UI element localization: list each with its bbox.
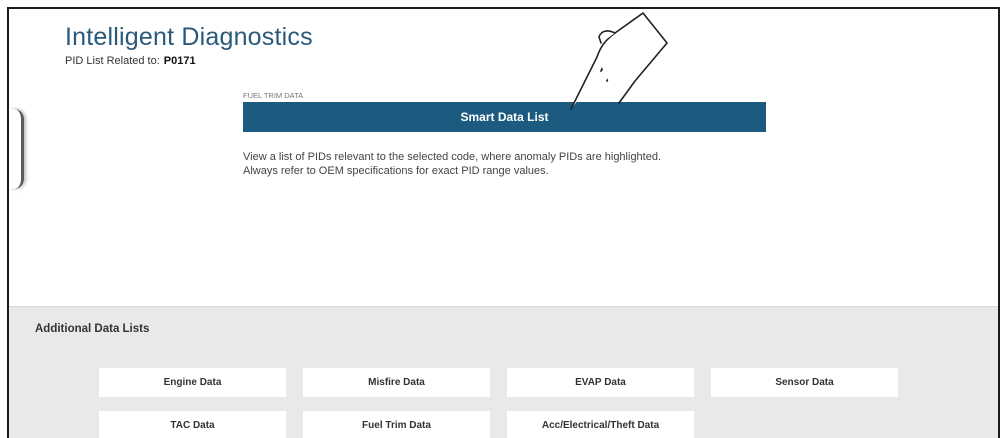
pointing-hand-icon bbox=[570, 12, 668, 110]
engine-data-button[interactable]: Engine Data bbox=[99, 368, 286, 397]
page-subtitle: PID List Related to: P0171 bbox=[65, 55, 196, 67]
description-line-1: View a list of PIDs relevant to the sele… bbox=[243, 151, 662, 163]
acc-electrical-theft-data-button[interactable]: Acc/Electrical/Theft Data bbox=[507, 411, 694, 438]
smart-data-list-button[interactable]: Smart Data List bbox=[243, 102, 766, 132]
additional-data-lists: Additional Data Lists Engine Data Misfir… bbox=[9, 306, 998, 438]
additional-title: Additional Data Lists bbox=[35, 323, 150, 335]
evap-data-button[interactable]: EVAP Data bbox=[507, 368, 694, 397]
app-frame: Intelligent Diagnostics PID List Related… bbox=[7, 7, 1000, 438]
sensor-data-button[interactable]: Sensor Data bbox=[711, 368, 898, 397]
fuel-trim-data-button[interactable]: Fuel Trim Data bbox=[303, 411, 490, 438]
tac-data-button[interactable]: TAC Data bbox=[99, 411, 286, 438]
dtc-code: P0171 bbox=[163, 55, 196, 67]
description-line-2: Always refer to OEM specifications for e… bbox=[243, 165, 549, 177]
misfire-data-button[interactable]: Misfire Data bbox=[303, 368, 490, 397]
side-panel-handle[interactable] bbox=[9, 109, 24, 189]
section-label: FUEL TRIM DATA bbox=[243, 91, 304, 100]
subtitle-label: PID List Related to: bbox=[65, 55, 160, 67]
description: View a list of PIDs relevant to the sele… bbox=[243, 150, 803, 178]
page-title: Intelligent Diagnostics bbox=[65, 23, 313, 51]
